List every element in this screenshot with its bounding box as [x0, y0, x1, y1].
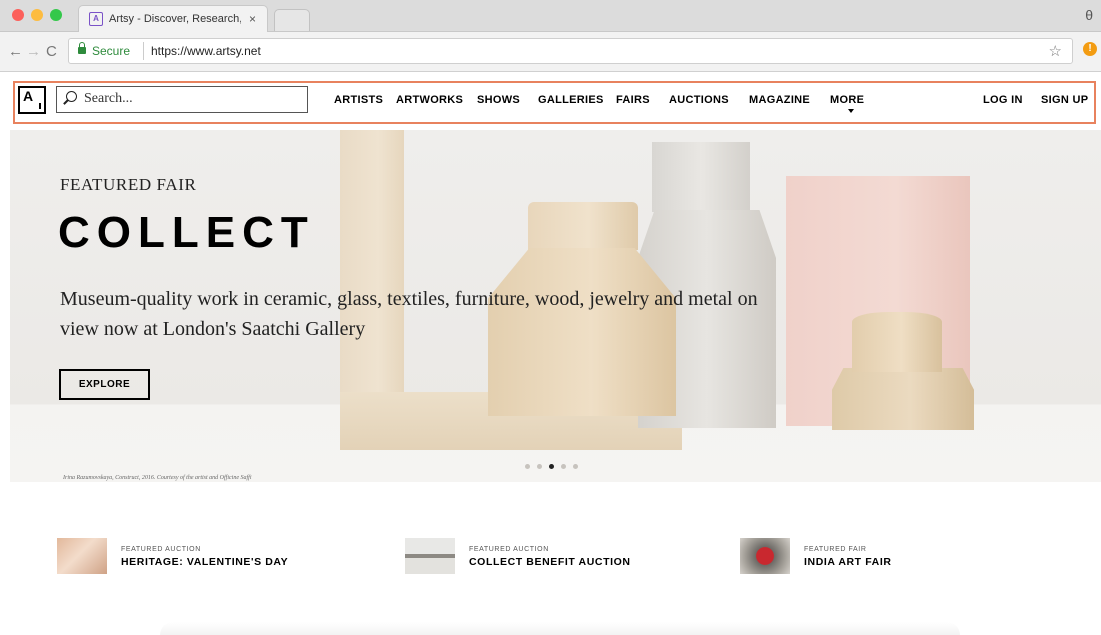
minimize-window-button[interactable]: [31, 9, 43, 21]
close-window-button[interactable]: [12, 9, 24, 21]
carousel-dots: [525, 456, 585, 469]
tab-close-icon[interactable]: ×: [249, 12, 256, 26]
content-card-edge: [160, 622, 960, 635]
signup-link[interactable]: SIGN UP: [1041, 94, 1088, 106]
hero-description: Museum-quality work in ceramic, glass, t…: [60, 288, 758, 340]
hero-image-small-vessel-base: [832, 368, 974, 430]
featured-item-heritage[interactable]: FEATURED AUCTION HERITAGE: VALENTINE'S D…: [57, 538, 357, 578]
carousel-dot[interactable]: [537, 464, 542, 469]
logo-letter: A: [23, 88, 34, 104]
featured-thumbnail: [405, 538, 455, 574]
hero-image-beige-vase-neck: [528, 202, 638, 250]
site-header: A ARTISTS ARTWORKS SHOWS GALLERIES FAIRS…: [0, 72, 1101, 130]
nav-auctions[interactable]: AUCTIONS: [669, 94, 729, 106]
nav-fairs[interactable]: FAIRS: [616, 94, 650, 106]
lock-icon: [78, 42, 86, 54]
featured-title: COLLECT BENEFIT AUCTION: [469, 556, 631, 568]
forward-arrow-icon[interactable]: →: [26, 43, 41, 60]
url-text[interactable]: https://www.artsy.net: [151, 44, 261, 58]
nav-magazine[interactable]: MAGAZINE: [749, 94, 810, 106]
carousel-dot[interactable]: [525, 464, 530, 469]
profile-icon[interactable]: θ: [1085, 7, 1093, 23]
chevron-down-icon: [848, 109, 854, 113]
hero-image-small-vessel-top: [852, 312, 942, 372]
featured-thumbnail: [57, 538, 107, 574]
new-tab-button[interactable]: [274, 9, 310, 31]
search-input[interactable]: [84, 91, 299, 107]
nav-artists[interactable]: ARTISTS: [334, 94, 383, 106]
nav-artworks[interactable]: ARTWORKS: [396, 94, 463, 106]
nav-more[interactable]: MORE: [830, 94, 864, 106]
featured-kicker: FEATURED FAIR: [804, 546, 867, 553]
hero-eyebrow: FEATURED FAIR: [60, 175, 197, 194]
explore-button[interactable]: EXPLORE: [59, 369, 150, 400]
logo-mark: [39, 103, 41, 109]
hero-banner[interactable]: FEATURED FAIR COLLECT Museum-quality wor…: [10, 130, 1101, 482]
carousel-dot[interactable]: [573, 464, 578, 469]
tab-title: Artsy - Discover, Research, an: [109, 13, 241, 25]
nav-shows[interactable]: SHOWS: [477, 94, 520, 106]
browser-tab-bar: A Artsy - Discover, Research, an × θ: [0, 0, 1101, 32]
featured-title: INDIA ART FAIR: [804, 556, 892, 568]
featured-item-collect-benefit[interactable]: FEATURED AUCTION COLLECT BENEFIT AUCTION: [405, 538, 705, 578]
featured-title: HERITAGE: VALENTINE'S DAY: [121, 556, 289, 568]
secure-label: Secure: [92, 44, 131, 58]
browser-tab[interactable]: A Artsy - Discover, Research, an ×: [78, 5, 268, 32]
reload-icon[interactable]: C: [46, 43, 57, 60]
extension-icon[interactable]: !: [1083, 42, 1097, 56]
image-credit: Irina Razumovskaya, Construct, 2016. Cou…: [63, 475, 252, 481]
artsy-logo[interactable]: A: [18, 86, 46, 114]
featured-kicker: FEATURED AUCTION: [121, 546, 201, 553]
featured-thumbnail: [740, 538, 790, 574]
browser-toolbar: ← → C Secure https://www.artsy.net ☆ !: [0, 32, 1101, 72]
carousel-dot-active[interactable]: [549, 464, 554, 469]
hero-title: COLLECT: [58, 208, 315, 257]
nav-galleries[interactable]: GALLERIES: [538, 94, 604, 106]
login-link[interactable]: LOG IN: [983, 94, 1023, 106]
search-icon: [66, 91, 77, 102]
back-arrow-icon[interactable]: ←: [8, 43, 23, 60]
hero-image-gray-vase-neck: [652, 142, 750, 212]
featured-kicker: FEATURED AUCTION: [469, 546, 549, 553]
featured-item-india-art-fair[interactable]: FEATURED FAIR INDIA ART FAIR: [740, 538, 1040, 578]
bookmark-star-icon[interactable]: ☆: [1049, 42, 1062, 60]
address-bar[interactable]: Secure https://www.artsy.net ☆: [68, 38, 1073, 64]
artsy-favicon-icon: A: [89, 12, 103, 26]
carousel-dot[interactable]: [561, 464, 566, 469]
search-box[interactable]: [56, 86, 308, 113]
url-divider: [143, 42, 144, 60]
maximize-window-button[interactable]: [50, 9, 62, 21]
